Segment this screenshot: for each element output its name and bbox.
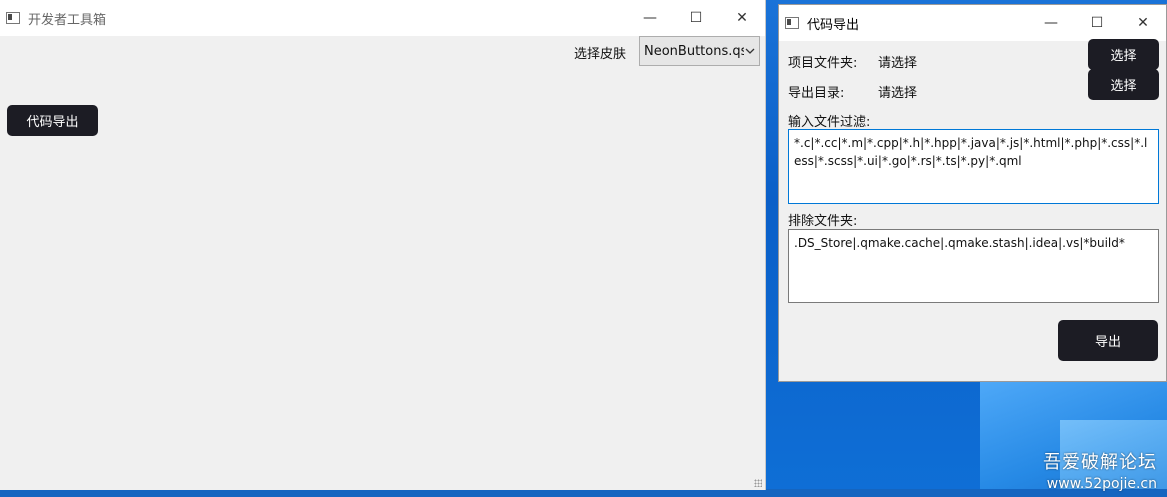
- main-titlebar[interactable]: 开发者工具箱 — ☐ ✕: [0, 0, 765, 36]
- taskbar-strip: [0, 489, 1167, 497]
- minimize-button[interactable]: —: [627, 0, 673, 36]
- close-button[interactable]: ✕: [1120, 5, 1166, 41]
- export-window-controls: — ☐ ✕: [1028, 5, 1166, 41]
- choose-project-button[interactable]: 选择: [1088, 39, 1159, 70]
- minimize-icon: —: [643, 10, 657, 26]
- filter-input[interactable]: *.c|*.cc|*.m|*.cpp|*.h|*.hpp|*.java|*.js…: [788, 129, 1159, 204]
- export-window: 代码导出 — ☐ ✕ 项目文件夹: 请选择 选择 导出目录: 请选择 选择 输入…: [778, 4, 1167, 382]
- export-window-title: 代码导出: [807, 17, 860, 33]
- export-titlebar[interactable]: 代码导出 — ☐ ✕: [779, 5, 1166, 41]
- maximize-icon: ☐: [689, 10, 703, 26]
- close-button[interactable]: ✕: [719, 0, 765, 36]
- window-app-icon: [6, 12, 20, 24]
- skin-label: 选择皮肤: [574, 47, 627, 62]
- watermark: 吾爱破解论坛 www.52pojie.cn: [1043, 448, 1157, 492]
- chevron-down-icon: [744, 44, 756, 58]
- close-icon: ✕: [1137, 15, 1149, 31]
- output-dir-label: 导出目录:: [788, 86, 845, 101]
- project-folder-label: 项目文件夹:: [788, 56, 858, 71]
- window-app-icon: [785, 17, 799, 29]
- code-export-button[interactable]: 代码导出: [7, 105, 98, 136]
- main-window-controls: — ☐ ✕: [627, 0, 765, 36]
- export-button[interactable]: 导出: [1058, 320, 1158, 361]
- skin-select[interactable]: NeonButtons.qss: [639, 36, 760, 66]
- maximize-icon: ☐: [1090, 15, 1104, 31]
- watermark-url: www.52pojie.cn: [1046, 476, 1157, 492]
- maximize-button[interactable]: ☐: [1074, 5, 1120, 41]
- main-window: 开发者工具箱 — ☐ ✕ 选择皮肤 NeonButtons.qss 代码导出: [0, 0, 766, 490]
- skin-select-value: NeonButtons.qss: [644, 43, 755, 59]
- exclude-input[interactable]: .DS_Store|.qmake.cache|.qmake.stash|.ide…: [788, 229, 1159, 303]
- maximize-button[interactable]: ☐: [673, 0, 719, 36]
- filter-label: 输入文件过滤:: [788, 115, 871, 130]
- main-window-title: 开发者工具箱: [28, 12, 107, 28]
- resize-grip-icon[interactable]: [754, 479, 762, 487]
- choose-output-button[interactable]: 选择: [1088, 69, 1159, 100]
- minimize-button[interactable]: —: [1028, 5, 1074, 41]
- project-folder-value: 请选择: [878, 56, 918, 71]
- minimize-icon: —: [1044, 15, 1058, 31]
- output-dir-value: 请选择: [878, 86, 918, 101]
- watermark-name: 吾爱破解论坛: [1043, 452, 1157, 473]
- exclude-label: 排除文件夹:: [788, 214, 858, 229]
- close-icon: ✕: [736, 10, 748, 26]
